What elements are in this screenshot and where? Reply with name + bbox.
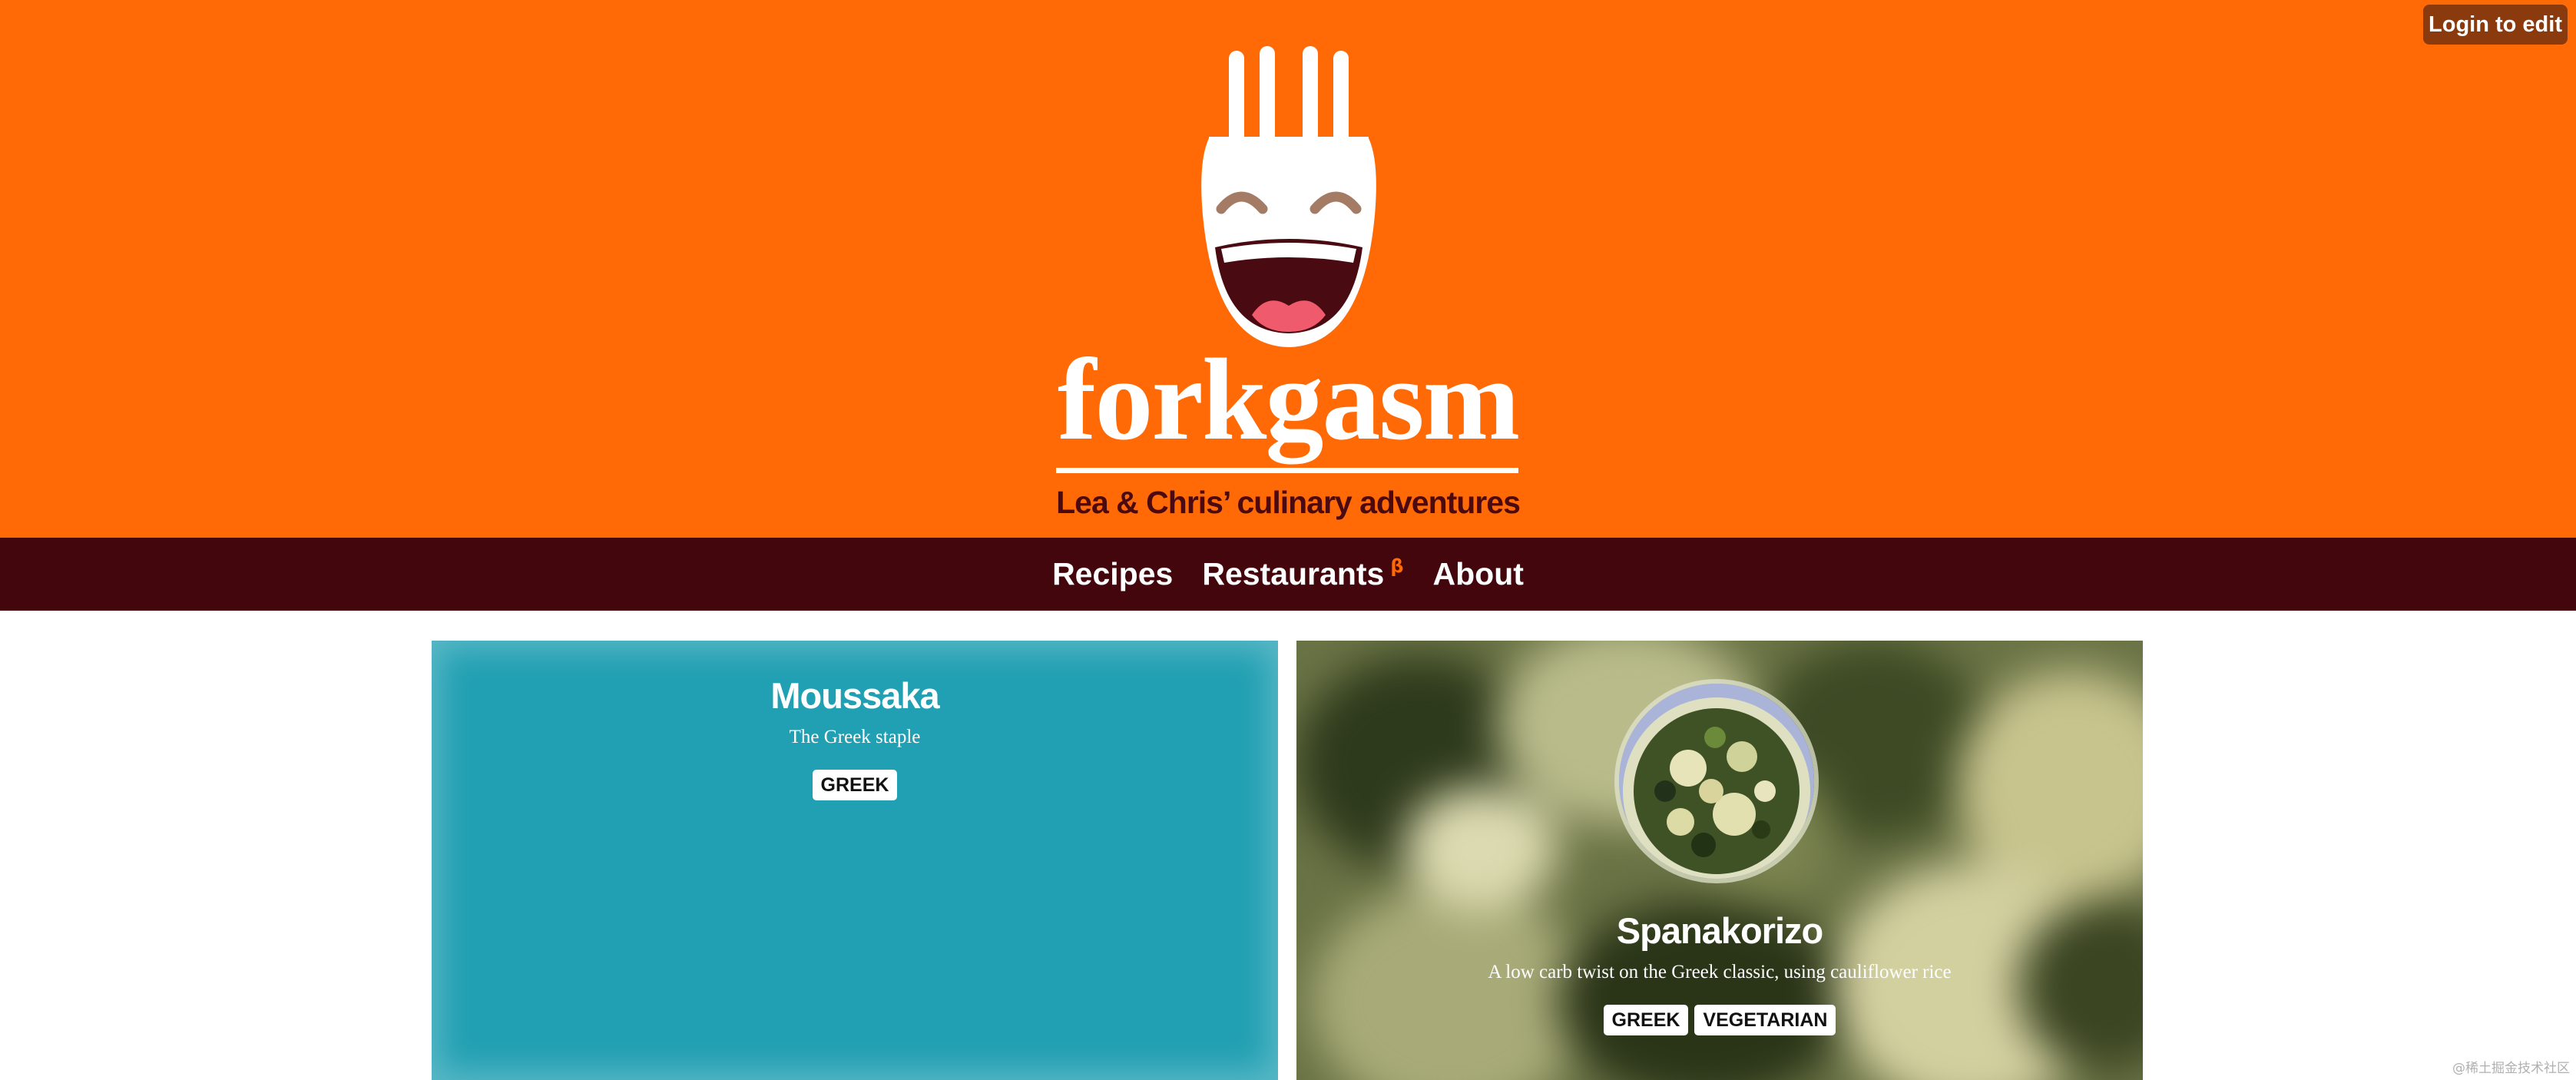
recipe-card-moussaka[interactable]: Moussaka The Greek staple GREEK (432, 641, 1278, 1080)
site-tagline: Lea & Chris’ culinary adventures (1056, 485, 1521, 520)
main-nav: Recipes Restaurants β About (0, 538, 2576, 611)
site-header: Login to edit forkgasm Lea & Chris’ culi… (0, 0, 2576, 538)
wordmark-underline (1056, 468, 1518, 473)
fork-mascot-logo[interactable] (1198, 46, 1379, 347)
recipe-subtitle: A low carb twist on the Greek classic, u… (1488, 962, 1952, 982)
beta-badge: β (1390, 555, 1404, 577)
forkgasm-wordmark[interactable]: forkgasm (1054, 338, 1522, 461)
login-button[interactable]: Login to edit (2423, 5, 2568, 45)
recipe-card-spanakorizo[interactable]: Spanakorizo A low carb twist on the Gree… (1296, 641, 2143, 1080)
tag-greek[interactable]: GREEK (812, 770, 898, 800)
recipe-tags: GREEK VEGETARIAN (1296, 1005, 2143, 1035)
watermark: @稀土掘金技术社区 (2452, 1061, 2570, 1076)
spanakorizo-photo-icon (1619, 684, 1814, 879)
nav-link-restaurants[interactable]: Restaurants β (1202, 555, 1404, 592)
recipe-subtitle: The Greek staple (789, 727, 921, 747)
nav-link-about[interactable]: About (1433, 556, 1524, 592)
nav-label: Recipes (1052, 556, 1174, 591)
recipe-title[interactable]: Moussaka (432, 674, 1278, 717)
nav-link-recipes[interactable]: Recipes (1052, 556, 1173, 592)
recipe-title[interactable]: Spanakorizo (1296, 909, 2143, 952)
tag-vegetarian[interactable]: VEGETARIAN (1694, 1005, 1836, 1035)
tag-greek[interactable]: GREEK (1603, 1005, 1689, 1035)
nav-label: Restaurants (1202, 556, 1385, 591)
nav-label: About (1432, 556, 1524, 591)
recipe-photo[interactable] (1614, 679, 1819, 883)
recipe-tags: GREEK (432, 770, 1278, 800)
